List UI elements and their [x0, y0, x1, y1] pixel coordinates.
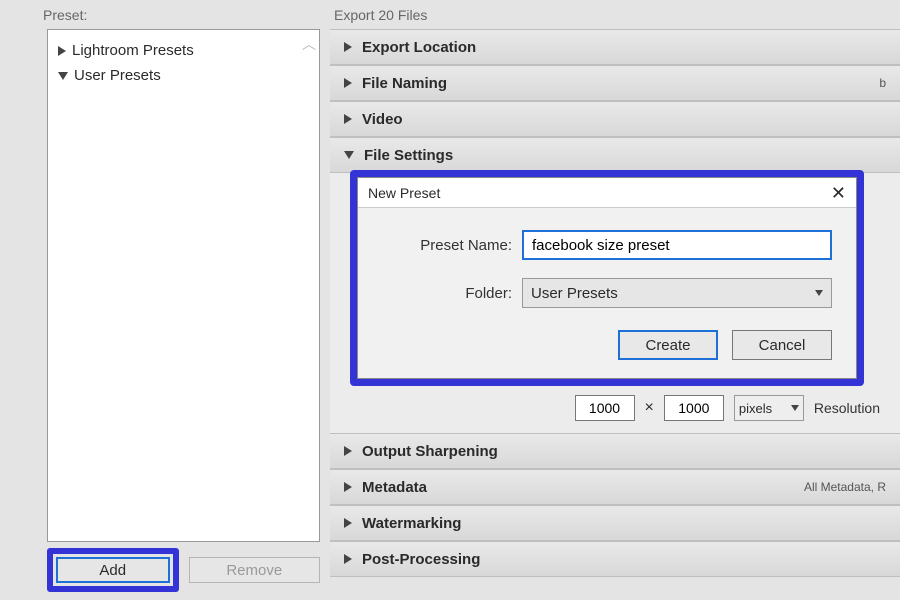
dialog-titlebar: New Preset ✕: [358, 178, 856, 208]
chevron-right-icon: [58, 46, 66, 56]
new-preset-dialog-wrapper: New Preset ✕ Preset Name: Folder: User P…: [350, 170, 864, 386]
section-export-location[interactable]: Export Location: [330, 29, 900, 65]
chevron-down-icon: [791, 405, 799, 411]
cancel-button-label: Cancel: [759, 337, 806, 354]
preset-item-lightroom[interactable]: Lightroom Presets: [52, 38, 315, 63]
section-post-processing[interactable]: Post-Processing: [330, 541, 900, 577]
create-button[interactable]: Create: [618, 330, 718, 360]
section-file-settings[interactable]: File Settings: [330, 137, 900, 173]
chevron-right-icon: [344, 554, 352, 564]
chevron-right-icon: [344, 78, 352, 88]
add-button-highlight: Add: [47, 548, 179, 592]
new-preset-dialog: New Preset ✕ Preset Name: Folder: User P…: [357, 177, 857, 379]
section-label: File Naming: [362, 75, 447, 92]
create-button-label: Create: [645, 337, 690, 354]
section-meta: All Metadata, R: [804, 480, 886, 494]
resolution-label: Resolution: [814, 400, 880, 416]
preset-list-panel: ︿ Lightroom Presets User Presets: [47, 29, 320, 542]
folder-value: User Presets: [531, 285, 618, 302]
unit-value: pixels: [739, 401, 772, 416]
section-output-sharpening[interactable]: Output Sharpening: [330, 433, 900, 469]
section-video[interactable]: Video: [330, 101, 900, 137]
remove-button-label: Remove: [226, 562, 282, 579]
preset-item-label: User Presets: [74, 67, 161, 84]
section-label: Export Location: [362, 39, 476, 56]
section-label: Post-Processing: [362, 551, 480, 568]
times-label: ×: [645, 399, 654, 417]
image-dimensions-row: × pixels Resolution: [344, 395, 886, 421]
section-label: Video: [362, 111, 403, 128]
chevron-right-icon: [344, 446, 352, 456]
chevron-right-icon: [344, 42, 352, 52]
cancel-button[interactable]: Cancel: [732, 330, 832, 360]
chevron-down-icon: [344, 151, 354, 159]
dialog-body: Preset Name: Folder: User Presets: [358, 208, 856, 316]
section-label: File Settings: [364, 147, 453, 164]
unit-select[interactable]: pixels: [734, 395, 804, 421]
section-label: Watermarking: [362, 515, 461, 532]
preset-button-row: Add Remove: [5, 548, 330, 600]
dialog-highlight: New Preset ✕ Preset Name: Folder: User P…: [350, 170, 864, 386]
section-meta: b: [879, 76, 886, 90]
preset-item-label: Lightroom Presets: [72, 42, 194, 59]
preset-list: Lightroom Presets User Presets: [48, 30, 319, 96]
chevron-down-icon: [58, 72, 68, 80]
dialog-title-text: New Preset: [368, 185, 440, 201]
preset-sidebar: Preset: ︿ Lightroom Presets User Presets…: [0, 0, 330, 600]
preset-item-user[interactable]: User Presets: [52, 63, 315, 88]
folder-select[interactable]: User Presets: [522, 278, 832, 308]
dialog-actions: Create Cancel: [358, 316, 856, 378]
preset-name-label: Preset Name:: [382, 237, 512, 254]
add-button[interactable]: Add: [56, 557, 170, 583]
chevron-right-icon: [344, 114, 352, 124]
chevron-right-icon: [344, 482, 352, 492]
width-input[interactable]: [575, 395, 635, 421]
close-icon[interactable]: ✕: [831, 184, 846, 202]
add-button-label: Add: [99, 562, 126, 579]
section-label: Output Sharpening: [362, 443, 498, 460]
section-label: Metadata: [362, 479, 427, 496]
folder-label: Folder:: [382, 285, 512, 302]
section-file-naming[interactable]: File Naming b: [330, 65, 900, 101]
section-watermarking[interactable]: Watermarking: [330, 505, 900, 541]
preset-header: Preset:: [5, 5, 330, 29]
scroll-indicator[interactable]: ︿: [302, 34, 316, 54]
height-input[interactable]: [664, 395, 724, 421]
chevron-right-icon: [344, 518, 352, 528]
preset-name-input[interactable]: [522, 230, 832, 260]
chevron-down-icon: [815, 290, 823, 296]
export-header: Export 20 Files: [330, 5, 900, 29]
remove-button: Remove: [189, 557, 321, 583]
section-metadata[interactable]: Metadata All Metadata, R: [330, 469, 900, 505]
